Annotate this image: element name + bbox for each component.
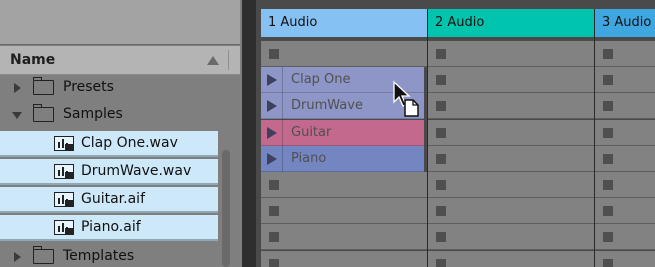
- clip-stop-icon[interactable]: [269, 180, 279, 190]
- clip-stop-icon[interactable]: [603, 180, 613, 190]
- browser-item-presets[interactable]: Presets: [0, 75, 218, 101]
- empty-clip-slot[interactable]: [595, 224, 655, 251]
- panel-splitter[interactable]: [242, 0, 256, 267]
- clip-piano[interactable]: Piano: [261, 145, 424, 172]
- empty-clip-slot[interactable]: [428, 93, 594, 120]
- clip-stop-icon[interactable]: [436, 49, 446, 59]
- clip-name-label: Clap One: [282, 67, 351, 94]
- empty-clip-slot[interactable]: [595, 67, 655, 94]
- browser-item-label: Templates: [63, 248, 135, 264]
- clip-stop-icon[interactable]: [436, 258, 446, 267]
- empty-clip-slot[interactable]: [428, 172, 594, 198]
- clip-stop-icon[interactable]: [269, 232, 279, 243]
- clip-stop-icon[interactable]: [603, 258, 613, 267]
- folder-icon: [33, 104, 54, 122]
- clip-stop-icon[interactable]: [436, 75, 446, 86]
- browser-column-header[interactable]: Name: [0, 46, 240, 75]
- browser-item-piano[interactable]: Piano.aif: [0, 215, 218, 241]
- browser-item-guitar[interactable]: Guitar.aif: [0, 187, 218, 213]
- browser-scrollbar[interactable]: [222, 150, 230, 267]
- empty-clip-slot[interactable]: [428, 119, 594, 146]
- empty-clip-slot[interactable]: [595, 93, 655, 120]
- empty-clip-slot[interactable]: [261, 172, 427, 198]
- folder-icon: [33, 246, 54, 264]
- browser-item-drumwave[interactable]: DrumWave.wav: [0, 159, 218, 185]
- collapse-arrow-icon[interactable]: [12, 112, 22, 119]
- empty-clip-slot[interactable]: [261, 198, 427, 225]
- browser-item-label: Clap One.wav: [81, 135, 178, 151]
- browser-panel: Name Presets Samples Clap One.wav DrumWa…: [0, 0, 242, 267]
- clip-stop-icon[interactable]: [436, 232, 446, 243]
- clip-name-label: DrumWave: [282, 93, 363, 120]
- clip-stop-icon[interactable]: [603, 232, 613, 243]
- clip-stop-icon[interactable]: [436, 101, 446, 112]
- track-header-1[interactable]: 1 Audio: [261, 9, 427, 37]
- clip-stop-icon[interactable]: [269, 258, 279, 267]
- track-header-3[interactable]: 3 Audio: [595, 9, 655, 37]
- clip-stop-icon[interactable]: [603, 127, 613, 138]
- clip-drumwave[interactable]: DrumWave: [261, 93, 424, 120]
- browser-item-samples[interactable]: Samples: [0, 102, 218, 128]
- audio-file-icon: [54, 220, 74, 235]
- clip-play-icon[interactable]: [267, 74, 277, 87]
- clip-play-icon[interactable]: [267, 100, 277, 113]
- browser-item-label: Samples: [63, 106, 123, 122]
- clip-stop-icon[interactable]: [436, 127, 446, 138]
- empty-clip-slot[interactable]: [595, 172, 655, 198]
- clip-stop-icon[interactable]: [269, 49, 279, 59]
- clip-name-label: Guitar: [282, 119, 331, 146]
- empty-clip-slot[interactable]: [595, 145, 655, 172]
- audio-file-icon: [54, 164, 74, 179]
- browser-item-label: Presets: [63, 79, 114, 95]
- sort-ascending-icon[interactable]: [207, 56, 219, 65]
- clip-play-icon[interactable]: [267, 126, 277, 139]
- empty-clip-slot[interactable]: [428, 67, 594, 94]
- empty-clip-slot[interactable]: [595, 119, 655, 146]
- empty-clip-slot[interactable]: [428, 41, 594, 67]
- browser-toolbar-area: [0, 0, 240, 45]
- empty-clip-slot[interactable]: [261, 250, 427, 267]
- empty-clip-slot[interactable]: [595, 41, 655, 67]
- column-divider[interactable]: [228, 50, 229, 70]
- clip-name-label: Piano: [282, 145, 326, 172]
- clip-stop-icon[interactable]: [269, 206, 279, 217]
- expand-arrow-icon[interactable]: [14, 83, 21, 93]
- clip-play-icon[interactable]: [267, 152, 277, 165]
- clip-stop-icon[interactable]: [603, 49, 613, 59]
- empty-clip-slot[interactable]: [595, 198, 655, 225]
- track-header-2[interactable]: 2 Audio: [428, 9, 594, 37]
- clip-stop-icon[interactable]: [436, 206, 446, 217]
- clip-stop-icon[interactable]: [603, 206, 613, 217]
- expand-arrow-icon[interactable]: [14, 252, 21, 262]
- browser-item-label: DrumWave.wav: [81, 163, 192, 179]
- clip-clap-one[interactable]: Clap One: [261, 67, 424, 94]
- browser-item-clap-one[interactable]: Clap One.wav: [0, 131, 218, 157]
- empty-clip-slot[interactable]: [261, 224, 427, 251]
- clip-stop-icon[interactable]: [603, 101, 613, 112]
- folder-icon: [33, 77, 54, 95]
- browser-item-templates[interactable]: Templates: [0, 244, 218, 267]
- clip-stop-icon[interactable]: [603, 75, 613, 86]
- clip-stop-icon[interactable]: [436, 153, 446, 164]
- browser-item-label: Piano.aif: [81, 219, 141, 235]
- clip-guitar[interactable]: Guitar: [261, 119, 424, 146]
- empty-clip-slot[interactable]: [428, 250, 594, 267]
- browser-item-label: Guitar.aif: [81, 191, 145, 207]
- clip-stop-icon[interactable]: [436, 180, 446, 190]
- session-view: 1 Audio 2 Audio 3 Audio Clap One DrumWave…: [256, 0, 655, 267]
- name-column-label[interactable]: Name: [10, 52, 55, 68]
- clip-stop-icon[interactable]: [603, 153, 613, 164]
- empty-clip-slot[interactable]: [428, 198, 594, 225]
- empty-clip-slot[interactable]: [595, 250, 655, 267]
- empty-clip-slot[interactable]: [428, 145, 594, 172]
- empty-clip-slot[interactable]: [261, 41, 427, 67]
- audio-file-icon: [54, 192, 74, 207]
- audio-file-icon: [54, 136, 74, 151]
- empty-clip-slot[interactable]: [428, 224, 594, 251]
